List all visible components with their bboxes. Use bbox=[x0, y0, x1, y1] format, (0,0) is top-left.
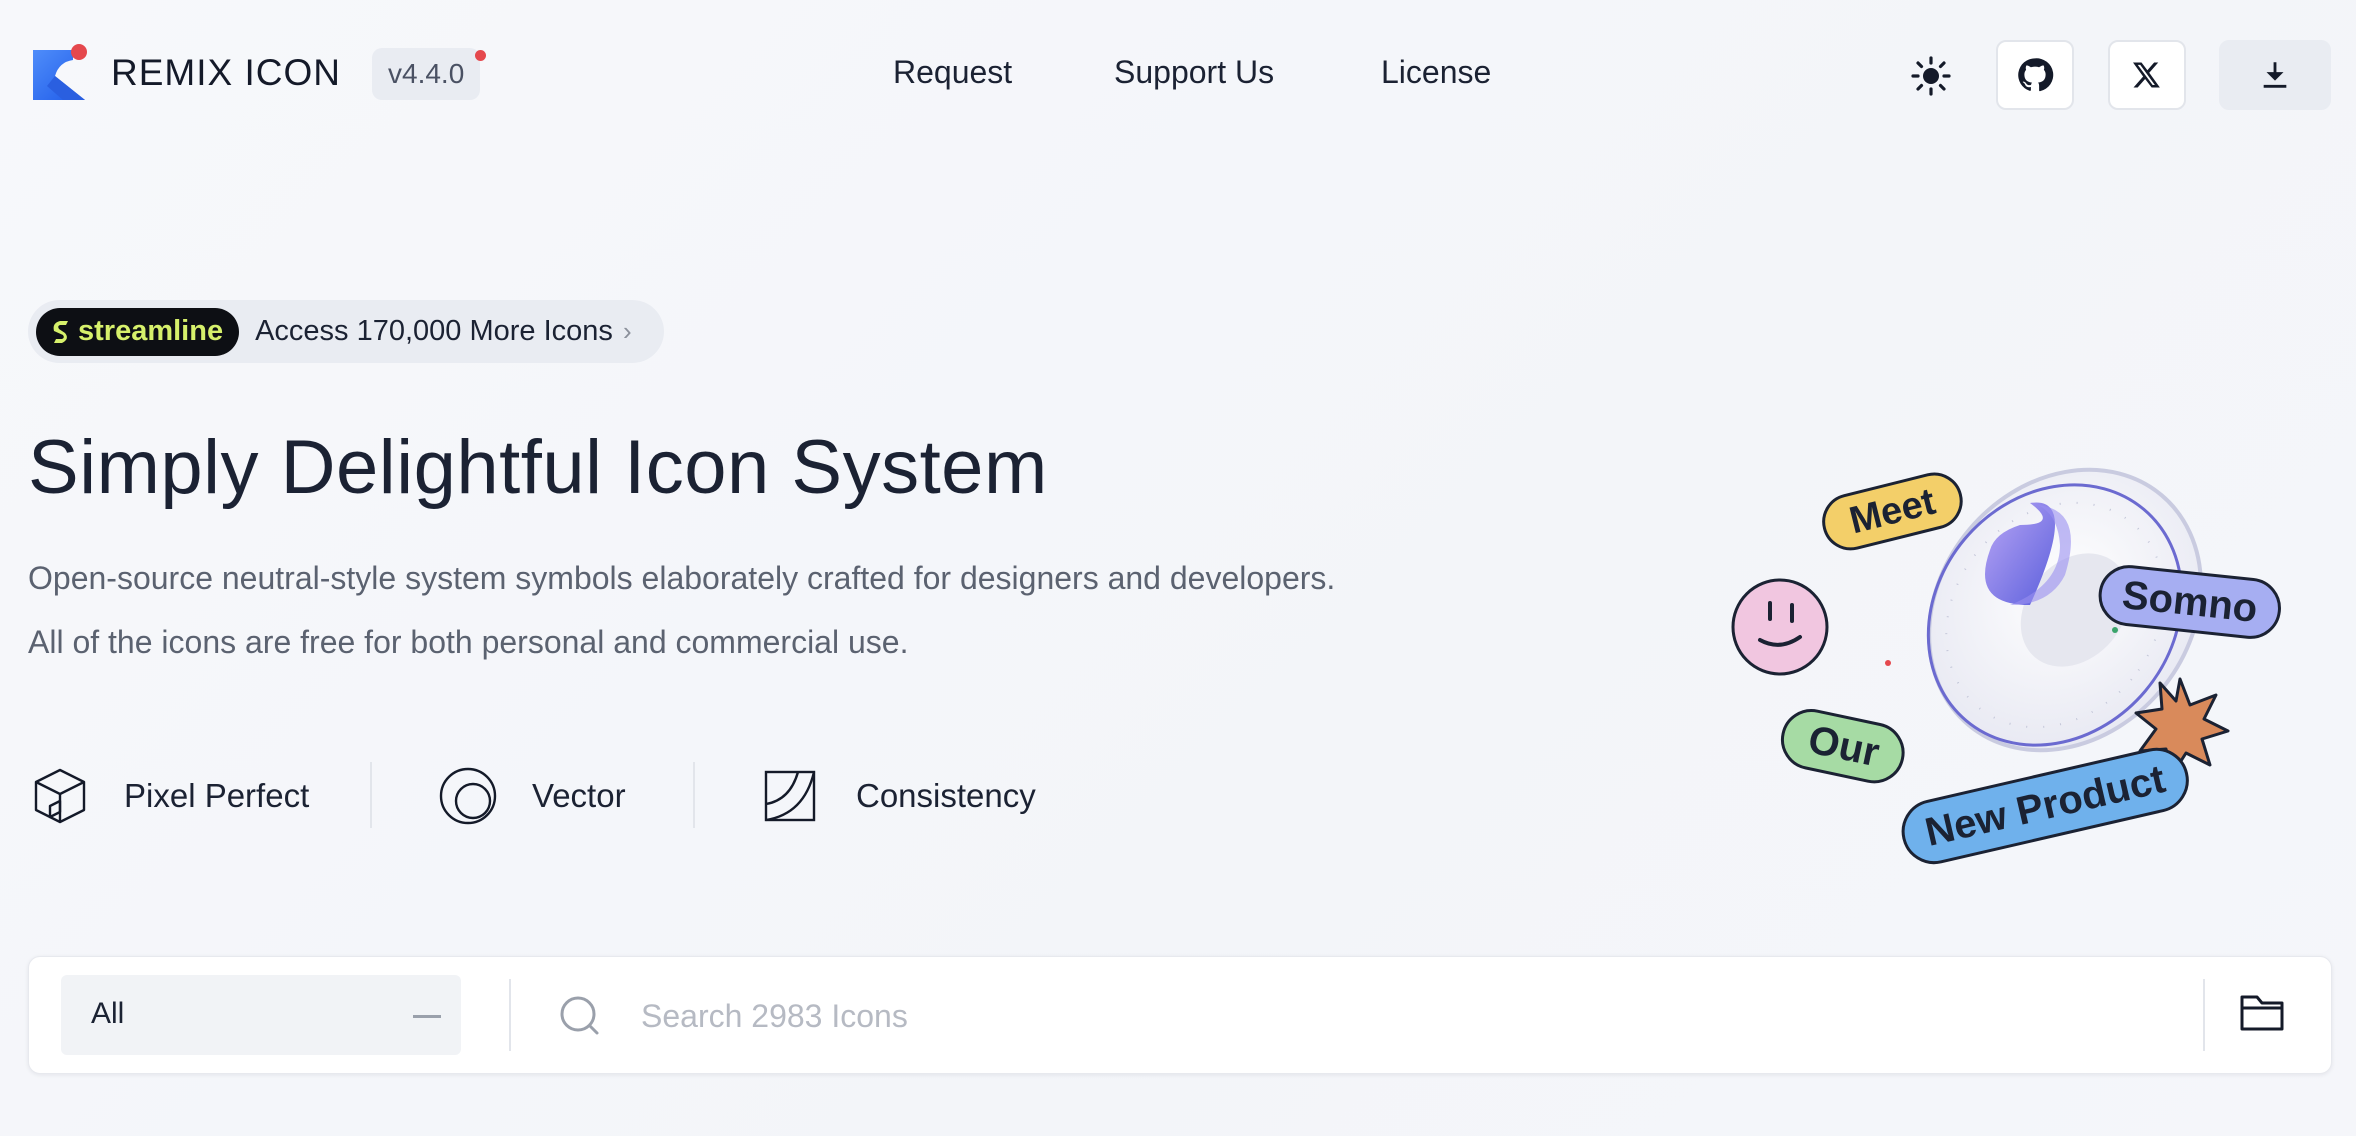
header: REMIX ICON v4.4.0 Request Support Us Lic… bbox=[0, 0, 2356, 154]
search-divider bbox=[2203, 979, 2205, 1051]
nav-license[interactable]: License bbox=[1381, 54, 1491, 91]
category-select[interactable]: All bbox=[61, 975, 461, 1055]
streamline-logo-icon bbox=[53, 320, 68, 343]
sun-icon bbox=[1911, 56, 1951, 96]
category-label: All bbox=[91, 997, 125, 1030]
download-button[interactable] bbox=[2219, 40, 2331, 110]
chevron-right-icon: › bbox=[622, 316, 632, 346]
feature-pixel-perfect: Pixel Perfect bbox=[30, 764, 309, 828]
feature-divider bbox=[370, 762, 372, 828]
search-bar: All bbox=[28, 956, 2332, 1074]
streamline-badge: streamline bbox=[36, 307, 240, 356]
feature-consistency: Consistency bbox=[764, 764, 1036, 828]
theme-toggle-button[interactable] bbox=[1907, 52, 1955, 100]
nav-request[interactable]: Request bbox=[893, 54, 1012, 91]
version-badge[interactable]: v4.4.0 bbox=[372, 48, 487, 100]
streamline-promo-banner[interactable]: streamline Access 170,000 More Icons › bbox=[28, 300, 664, 363]
search-input[interactable] bbox=[639, 985, 2143, 1047]
nav-support-us[interactable]: Support Us bbox=[1114, 54, 1274, 91]
sticker-meet: Meet bbox=[1845, 481, 1940, 543]
download-icon bbox=[2263, 62, 2287, 88]
x-button[interactable] bbox=[2108, 40, 2186, 110]
streamline-label: streamline bbox=[78, 315, 224, 347]
somno-promo-illustration[interactable]: Meet Somno Our New Product bbox=[1720, 455, 2300, 885]
hero-subtitle-line1: Open-source neutral-style system symbols… bbox=[28, 560, 1336, 596]
sticker-new-product: New Product bbox=[1921, 757, 2169, 855]
feature-label: Consistency bbox=[856, 777, 1036, 814]
github-icon bbox=[2018, 58, 2054, 92]
cube-icon bbox=[34, 768, 86, 824]
update-dot bbox=[475, 50, 487, 61]
collapse-icon bbox=[413, 1015, 441, 1018]
github-button[interactable] bbox=[1996, 40, 2074, 110]
version-label: v4.4.0 bbox=[388, 58, 465, 89]
hero-title: Simply Delightful Icon System bbox=[28, 425, 1048, 510]
brand-name: REMIX ICON bbox=[111, 52, 341, 93]
folder-icon bbox=[2240, 995, 2284, 1031]
feature-vector: Vector bbox=[438, 764, 626, 828]
x-logo-icon bbox=[2133, 62, 2160, 88]
promo-text: Access 170,000 More Icons bbox=[255, 315, 613, 347]
grid-corner-icon bbox=[764, 770, 816, 822]
logo[interactable]: REMIX ICON bbox=[33, 42, 341, 104]
remix-logo-icon bbox=[33, 42, 91, 104]
feature-label: Pixel Perfect bbox=[124, 777, 310, 814]
vector-circle-icon bbox=[439, 767, 497, 825]
search-icon bbox=[560, 996, 599, 1035]
hero-subtitle-line2: All of the icons are free for both perso… bbox=[28, 624, 909, 660]
feature-label: Vector bbox=[532, 777, 626, 814]
search-divider bbox=[509, 979, 511, 1051]
feature-divider bbox=[693, 762, 695, 828]
collections-button[interactable] bbox=[2239, 991, 2289, 1041]
